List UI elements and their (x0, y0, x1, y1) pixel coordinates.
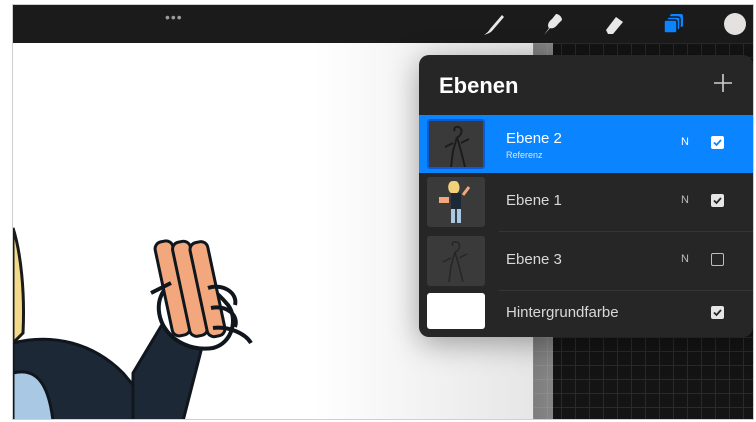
layer-thumbnail (427, 236, 485, 286)
layer-name: Hintergrundfarbe (506, 304, 619, 321)
menu-dots-icon[interactable]: ••• (165, 9, 183, 25)
eraser-icon[interactable] (601, 11, 627, 37)
add-layer-button[interactable] (711, 71, 735, 95)
layer-row-ebene-3[interactable]: Ebene 3 N (419, 232, 753, 290)
layer-name: Ebene 2 (506, 130, 562, 147)
character-artwork (13, 227, 253, 419)
blend-mode-button[interactable]: N (681, 253, 689, 265)
layer-row-ebene-2[interactable]: Ebene 2 Referenz N (419, 115, 753, 173)
layer-row-background-color[interactable]: Hintergrundfarbe (419, 291, 753, 337)
visibility-checkbox[interactable] (711, 136, 724, 149)
layers-icon[interactable] (661, 11, 687, 37)
smudge-icon[interactable] (540, 11, 566, 37)
layer-thumbnail (427, 177, 485, 227)
color-swatch[interactable] (722, 11, 748, 37)
layer-name: Ebene 1 (506, 192, 562, 209)
blend-mode-button[interactable]: N (681, 136, 689, 148)
layer-subtitle: Referenz (506, 150, 543, 160)
visibility-checkbox[interactable] (711, 253, 724, 266)
layer-row-ebene-1[interactable]: Ebene 1 N (419, 173, 753, 231)
brush-icon[interactable] (481, 11, 507, 37)
layer-thumbnail (427, 119, 485, 169)
top-toolbar: ••• (13, 5, 753, 43)
panel-title: Ebenen (439, 73, 519, 98)
visibility-checkbox[interactable] (711, 194, 724, 207)
visibility-checkbox[interactable] (711, 306, 724, 319)
layer-name: Ebene 3 (506, 251, 562, 268)
blend-mode-button[interactable]: N (681, 194, 689, 206)
app-frame: ••• Ebenen Ebene 2 Referenz N Ebene 1 N … (12, 4, 754, 420)
background-color-swatch[interactable] (427, 293, 485, 329)
layers-panel: Ebenen Ebene 2 Referenz N Ebene 1 N Eben… (419, 55, 753, 337)
